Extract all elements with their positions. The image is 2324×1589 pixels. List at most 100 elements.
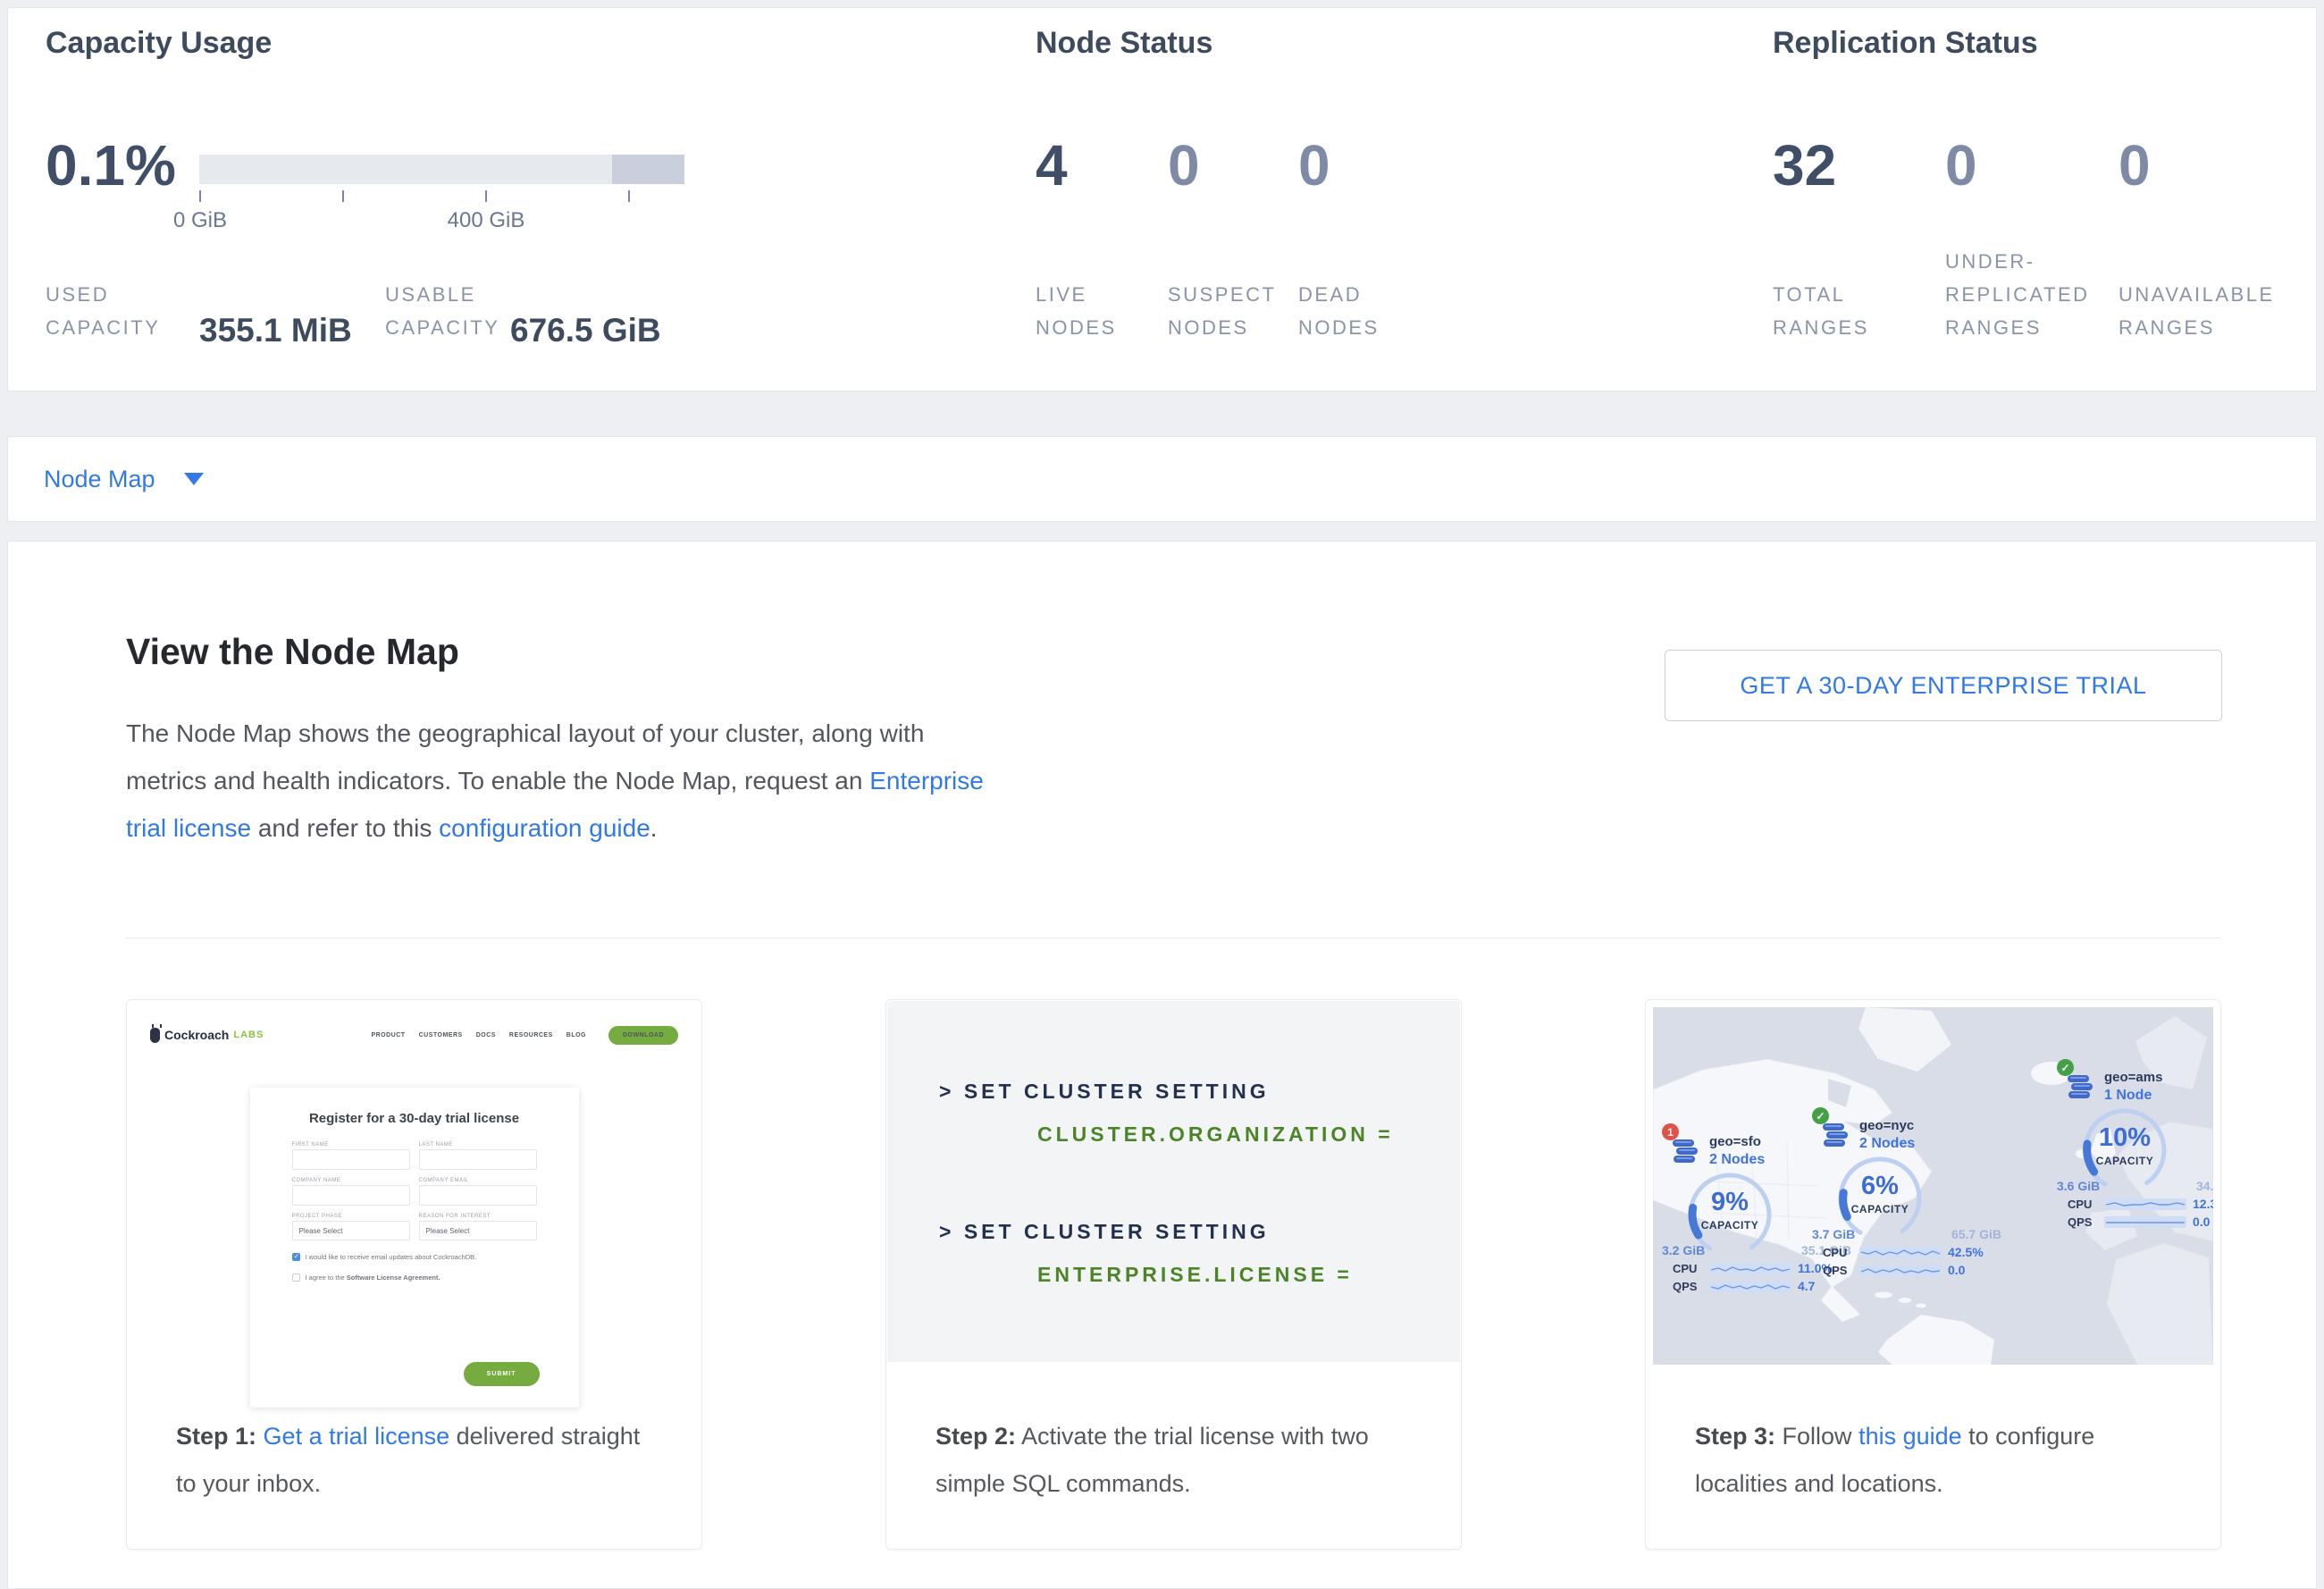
project-phase-label: PROJECT PHASE	[292, 1214, 410, 1219]
brand-suffix: LABS	[233, 1030, 264, 1040]
nav-item-docs: DOCS	[476, 1032, 496, 1038]
cpu-sparkline	[1709, 1263, 1791, 1274]
cluster-summary-panel: Capacity Usage 0.1% 0 GiB 400 GiB USED C…	[7, 7, 2317, 391]
qps-value: 0.0	[2193, 1215, 2210, 1229]
qps-label: QPS	[2068, 1215, 2098, 1229]
registration-site-preview: Cockroach LABS PRODUCT CUSTOMERS DOCS RE…	[136, 1009, 692, 1384]
unavailable-ranges-label: UNAVAILABLE RANGES	[2118, 278, 2288, 344]
locality-name: geo=nyc	[1859, 1116, 1915, 1133]
cpu-label: CPU	[1673, 1262, 1703, 1275]
step1-card: Cockroach LABS PRODUCT CUSTOMERS DOCS RE…	[126, 999, 702, 1550]
capacity-tick-label: 0 GiB	[138, 208, 263, 233]
enterprise-trial-license-link[interactable]: trial license	[126, 814, 251, 842]
get-enterprise-trial-button[interactable]: GET A 30-DAY ENTERPRISE TRIAL	[1665, 650, 2222, 721]
node-status-title: Node Status	[1036, 26, 1212, 61]
capacity-gauge: 9% CAPACITY	[1685, 1170, 1774, 1247]
total-ranges-value: 32	[1773, 133, 1836, 198]
get-trial-license-link[interactable]: Get a trial license	[264, 1423, 450, 1450]
configuration-guide-link[interactable]: configuration guide	[439, 814, 650, 842]
download-button: DOWNLOAD	[608, 1026, 678, 1045]
total-gib: 34.4 GiB	[2196, 1179, 2213, 1193]
dead-nodes-label: DEAD NODES	[1298, 278, 1405, 344]
node-map-dropdown-label[interactable]: Node Map	[44, 466, 155, 493]
view-selector-bar: Node Map	[7, 436, 2317, 522]
step2-prefix: Step 2:	[935, 1423, 1016, 1450]
step2-card: > SET CLUSTER SETTING CLUSTER.ORGANIZATI…	[885, 999, 1462, 1550]
node-map-preview: 1 geo=sfo 2 Nodes 9% CAPACITY	[1653, 1007, 2213, 1365]
intro-line2: metrics and health indicators. To enable…	[126, 767, 869, 794]
under-replicated-ranges-label: UNDER-REPLICATED RANGES	[1945, 245, 2097, 344]
qps-sparkline	[2104, 1216, 2186, 1228]
mini-site-header: Cockroach LABS PRODUCT CUSTOMERS DOCS RE…	[150, 1022, 678, 1048]
enterprise-trial-license-link[interactable]: Enterprise	[869, 767, 984, 794]
mini-site-nav: PRODUCT CUSTOMERS DOCS RESOURCES BLOG DO…	[371, 1026, 678, 1045]
cpu-label: CPU	[1823, 1246, 1853, 1259]
map-node-nyc: ✓ geo=nyc 2 Nodes 6% CAPACITY	[1812, 1116, 2022, 1277]
warning-badge: 1	[1662, 1123, 1679, 1140]
capacity-tick	[628, 190, 630, 202]
healthy-badge: ✓	[2057, 1059, 2074, 1076]
step1-caption: Step 1: Get a trial license delivered st…	[176, 1413, 666, 1508]
dead-nodes-value: 0	[1298, 133, 1330, 198]
sql-prompt-2: > SET CLUSTER SETTING	[939, 1220, 1270, 1244]
cpu-value: 42.5%	[1948, 1245, 1984, 1259]
brand-name: Cockroach	[164, 1028, 229, 1042]
capacity-percent: 0.1%	[46, 133, 176, 198]
qps-label: QPS	[1823, 1264, 1853, 1277]
qps-label: QPS	[1673, 1280, 1703, 1293]
node-map-placeholder-panel: View the Node Map The Node Map shows the…	[7, 541, 2317, 1589]
license-agreement-link: Software License Agreement.	[347, 1274, 440, 1282]
form-title: Register for a 30-day trial license	[292, 1111, 537, 1126]
intro-line3: and refer to this	[251, 814, 439, 842]
total-gib: 65.7 GiB	[1951, 1227, 2001, 1241]
capacity-bar	[199, 155, 684, 184]
capacity-percent: 10%	[2080, 1123, 2169, 1153]
company-email-label: COMPANY EMAIL	[419, 1178, 537, 1183]
capacity-tick	[485, 190, 487, 202]
node-count: 2 Nodes	[1859, 1136, 1915, 1152]
this-guide-link[interactable]: this guide	[1858, 1423, 1962, 1450]
qps-value: 0.0	[1948, 1263, 1965, 1277]
cpu-sparkline	[2104, 1198, 2186, 1210]
node-map-dropdown[interactable]: Node Map	[44, 437, 204, 521]
node-count: 1 Node	[2104, 1088, 2162, 1104]
sql-cluster-organization: CLUSTER.ORGANIZATION =	[1037, 1122, 1394, 1147]
under-replicated-ranges-value: 0	[1945, 133, 1977, 198]
step3-prefix: Step 3:	[1695, 1423, 1775, 1450]
replication-status-title: Replication Status	[1773, 26, 2038, 61]
first-name-label: FIRST NAME	[292, 1142, 410, 1148]
suspect-nodes-value: 0	[1168, 133, 1200, 198]
step2-caption: Step 2: Activate the trial license with …	[935, 1413, 1425, 1508]
capacity-bar-reserved-segment	[612, 155, 684, 184]
cockroach-bug-icon	[150, 1028, 160, 1043]
last-name-field	[419, 1149, 537, 1170]
locality-name: geo=sfo	[1709, 1132, 1765, 1149]
sql-enterprise-license: ENTERPRISE.LICENSE =	[1037, 1263, 1353, 1287]
suspect-nodes-label: SUSPECT NODES	[1168, 278, 1284, 344]
used-capacity-value: 355.1 MiB	[199, 312, 352, 349]
live-nodes-value: 4	[1036, 133, 1068, 198]
step3-caption: Step 3: Follow this guide to configurelo…	[1695, 1413, 2185, 1508]
usable-capacity-label: USABLE CAPACITY	[385, 278, 528, 344]
usable-capacity-value: 676.5 GiB	[510, 312, 661, 349]
first-name-field	[292, 1149, 410, 1170]
unavailable-ranges-value: 0	[2118, 133, 2151, 198]
sql-snippet: > SET CLUSTER SETTING CLUSTER.ORGANIZATI…	[887, 1001, 1460, 1362]
agree-text: I agree to the	[306, 1274, 347, 1282]
capacity-label: CAPACITY	[2080, 1155, 2169, 1167]
total-ranges-label: TOTAL RANGES	[1773, 278, 1889, 344]
capacity-gauge: 10% CAPACITY	[2080, 1106, 2169, 1182]
nav-item-blog: BLOG	[566, 1032, 586, 1038]
step3-card: 1 geo=sfo 2 Nodes 9% CAPACITY	[1645, 999, 2221, 1550]
qps-value: 4.7	[1798, 1279, 1815, 1293]
project-phase-select: Please Select	[292, 1221, 410, 1240]
company-name-label: COMPANY NAME	[292, 1178, 410, 1183]
intro-paragraph: The Node Map shows the geographical layo…	[126, 710, 1109, 852]
chevron-down-icon[interactable]	[184, 473, 204, 485]
database-icon: ✓	[1821, 1116, 1851, 1150]
intro-line1: The Node Map shows the geographical layo…	[126, 719, 924, 747]
nav-item-product: PRODUCT	[371, 1032, 405, 1038]
email-updates-text: I would like to receive email updates ab…	[306, 1253, 477, 1261]
sql-prompt-1: > SET CLUSTER SETTING	[939, 1080, 1270, 1104]
capacity-label: CAPACITY	[1685, 1219, 1774, 1232]
